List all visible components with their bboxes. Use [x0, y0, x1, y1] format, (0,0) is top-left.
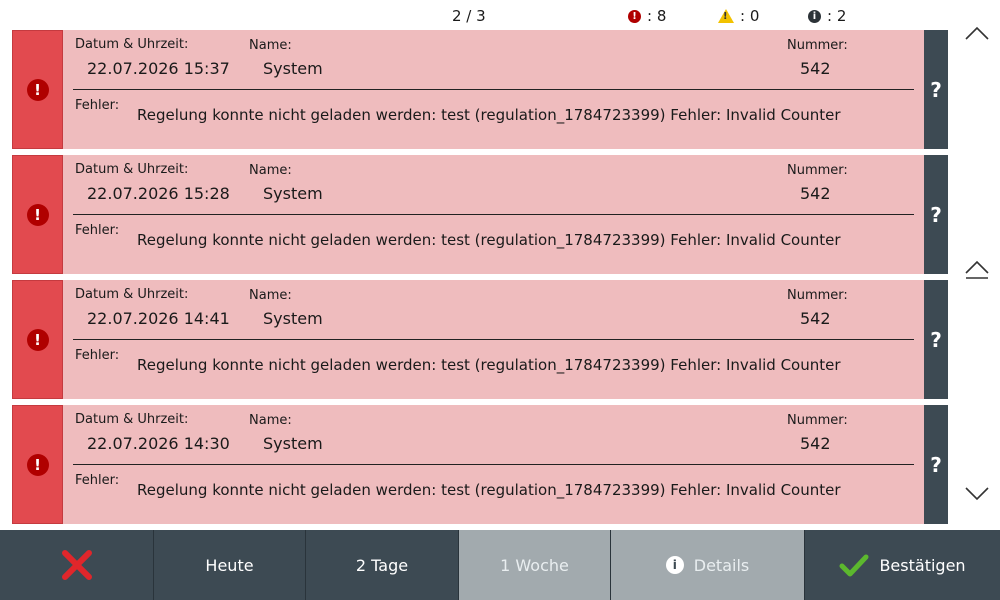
error-label: Fehler:: [75, 223, 120, 238]
help-button[interactable]: ?: [924, 155, 948, 274]
error-count: : 8: [647, 7, 667, 25]
confirm-label: Bestätigen: [879, 555, 966, 575]
chevron-up-icon: [965, 26, 989, 40]
entry-content: Datum & Uhrzeit: Name: Nummer: 22.07.202…: [63, 280, 924, 399]
error-message: Regelung konnte nicht geladen werden: te…: [137, 356, 841, 374]
number-value: 542: [800, 434, 831, 453]
list-item[interactable]: ! Datum & Uhrzeit: Name: Nummer: 22.07.2…: [12, 405, 948, 524]
number-value: 542: [800, 309, 831, 328]
help-button[interactable]: ?: [924, 280, 948, 399]
number-label: Nummer:: [787, 413, 848, 428]
bottom-toolbar: Heute 2 Tage 1 Woche i Details Bestätige…: [0, 530, 1000, 600]
number-label: Nummer:: [787, 38, 848, 53]
severity-marker: !: [12, 155, 63, 274]
list-item[interactable]: ! Datum & Uhrzeit: Name: Nummer: 22.07.2…: [12, 155, 948, 274]
confirm-button[interactable]: Bestätigen: [805, 530, 1000, 600]
entry-content: Datum & Uhrzeit: Name: Nummer: 22.07.202…: [63, 405, 924, 524]
name-label: Name:: [249, 163, 292, 178]
entry-content: Datum & Uhrzeit: Name: Nummer: 22.07.202…: [63, 155, 924, 274]
number-label: Nummer:: [787, 288, 848, 303]
error-label: Fehler:: [75, 473, 120, 488]
divider: [73, 214, 914, 215]
list-item[interactable]: ! Datum & Uhrzeit: Name: Nummer: 22.07.2…: [12, 280, 948, 399]
filter-today-label: Heute: [205, 555, 254, 575]
datetime-label: Datum & Uhrzeit:: [75, 287, 189, 302]
filter-one-week-button[interactable]: 1 Woche: [459, 530, 611, 600]
scroll-up-button[interactable]: [954, 18, 1000, 48]
name-value: System: [263, 184, 323, 203]
name-label: Name:: [249, 413, 292, 428]
check-icon: [839, 554, 869, 577]
datetime-value: 22.07.2026 15:37: [87, 59, 230, 78]
close-icon: [61, 550, 92, 580]
details-label: Details: [693, 555, 750, 575]
error-icon: !: [26, 203, 49, 226]
error-message: Regelung konnte nicht geladen werden: te…: [137, 231, 841, 249]
warning-counter: ! : 0: [718, 7, 759, 25]
datetime-label: Datum & Uhrzeit:: [75, 162, 189, 177]
number-value: 542: [800, 59, 831, 78]
datetime-label: Datum & Uhrzeit:: [75, 37, 189, 52]
divider: [73, 464, 914, 465]
scroll-top-icon: [965, 260, 989, 279]
cancel-button[interactable]: [0, 530, 154, 600]
filter-two-days-button[interactable]: 2 Tage: [306, 530, 459, 600]
warning-icon: !: [718, 9, 734, 23]
entry-content: Datum & Uhrzeit: Name: Nummer: 22.07.202…: [63, 30, 924, 149]
details-button[interactable]: i Details: [611, 530, 805, 600]
error-icon: !: [26, 453, 49, 476]
help-button[interactable]: ?: [924, 30, 948, 149]
name-value: System: [263, 59, 323, 78]
scroll-to-top-button[interactable]: [954, 255, 1000, 285]
error-icon: !: [628, 9, 641, 23]
severity-marker: !: [12, 280, 63, 399]
divider: [73, 89, 914, 90]
error-message: Regelung konnte nicht geladen werden: te…: [137, 106, 841, 124]
name-value: System: [263, 309, 323, 328]
severity-marker: !: [12, 405, 63, 524]
divider: [73, 339, 914, 340]
list-item[interactable]: ! Datum & Uhrzeit: Name: Nummer: 22.07.2…: [12, 30, 948, 149]
datetime-value: 22.07.2026 15:28: [87, 184, 230, 203]
warning-count: : 0: [740, 7, 760, 25]
info-counter: i : 2: [808, 7, 846, 25]
help-button[interactable]: ?: [924, 405, 948, 524]
error-label: Fehler:: [75, 348, 120, 363]
chevron-down-icon: [965, 487, 989, 501]
scroll-down-button[interactable]: [954, 478, 1000, 508]
error-icon: !: [26, 78, 49, 101]
number-label: Nummer:: [787, 163, 848, 178]
page-indicator: 2 / 3: [452, 7, 486, 25]
filter-one-week-label: 1 Woche: [500, 555, 569, 575]
number-value: 542: [800, 184, 831, 203]
datetime-label: Datum & Uhrzeit:: [75, 412, 189, 427]
datetime-value: 22.07.2026 14:41: [87, 309, 230, 328]
name-value: System: [263, 434, 323, 453]
error-label: Fehler:: [75, 98, 120, 113]
datetime-value: 22.07.2026 14:30: [87, 434, 230, 453]
info-count: : 2: [827, 7, 847, 25]
name-label: Name:: [249, 38, 292, 53]
name-label: Name:: [249, 288, 292, 303]
filter-two-days-label: 2 Tage: [355, 555, 409, 575]
status-bar: 2 / 3 ! : 8 ! : 0 i : 2: [0, 0, 1000, 30]
filter-today-button[interactable]: Heute: [154, 530, 306, 600]
error-message: Regelung konnte nicht geladen werden: te…: [137, 481, 841, 499]
error-icon: !: [26, 328, 49, 351]
info-icon: i: [808, 9, 821, 23]
info-icon: i: [665, 556, 684, 574]
severity-marker: !: [12, 30, 63, 149]
error-counter: ! : 8: [628, 7, 666, 25]
